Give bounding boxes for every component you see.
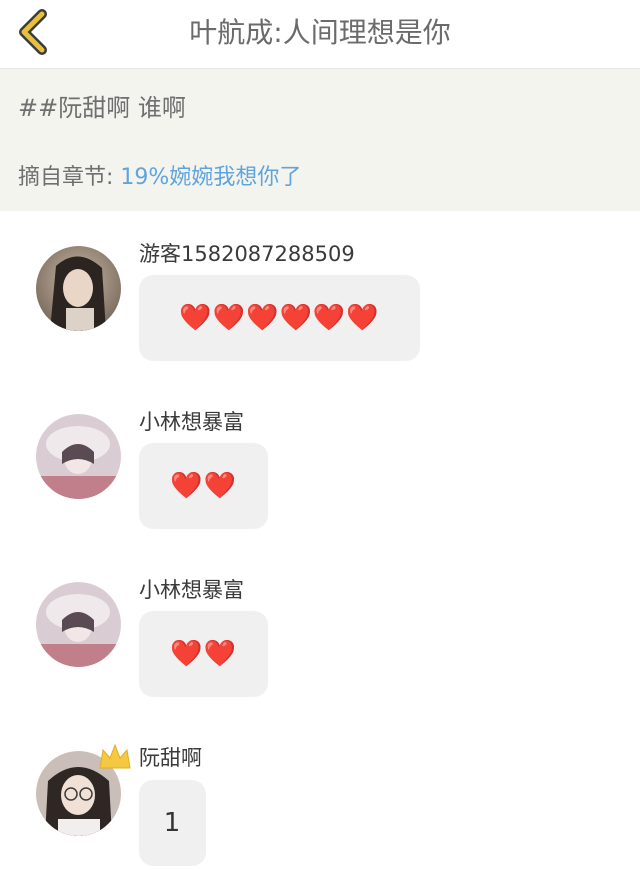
comment-username: 阮甜啊 <box>139 746 202 770</box>
comment-username: 小林想暴富 <box>139 410 244 434</box>
crown-icon <box>99 743 131 769</box>
comment-bubble[interactable]: ❤️❤️ <box>139 611 268 697</box>
comment-text: ❤️❤️ <box>170 639 237 669</box>
comment-username: 小林想暴富 <box>139 578 244 602</box>
comment-text: 1 <box>163 808 182 838</box>
comment-bubble[interactable]: ❤️❤️ <box>139 443 268 529</box>
top-nav-bar: 叶航成:人间理想是你 <box>0 0 640 69</box>
comment-text: ❤️❤️❤️❤️❤️❤️ <box>179 303 380 333</box>
avatar[interactable] <box>36 246 121 331</box>
avatar[interactable] <box>36 582 121 667</box>
back-button[interactable] <box>12 8 56 56</box>
comment-text: ❤️❤️ <box>170 471 237 501</box>
avatar[interactable] <box>36 414 121 499</box>
page-title: 叶航成:人间理想是你 <box>189 16 451 49</box>
comment-bubble[interactable]: ❤️❤️❤️❤️❤️❤️ <box>139 275 420 361</box>
comment-bubble[interactable]: 1 <box>139 780 206 866</box>
chevron-left-icon <box>19 9 47 55</box>
quoted-text: ##阮甜啊 谁啊 <box>18 94 186 122</box>
comment-username: 游客1582087288509 <box>139 242 355 266</box>
chapter-link[interactable]: 19%婉婉我想你了 <box>120 165 301 190</box>
chapter-label: 摘自章节: <box>18 165 114 190</box>
chapter-source: 摘自章节: 19%婉婉我想你了 <box>18 163 301 193</box>
